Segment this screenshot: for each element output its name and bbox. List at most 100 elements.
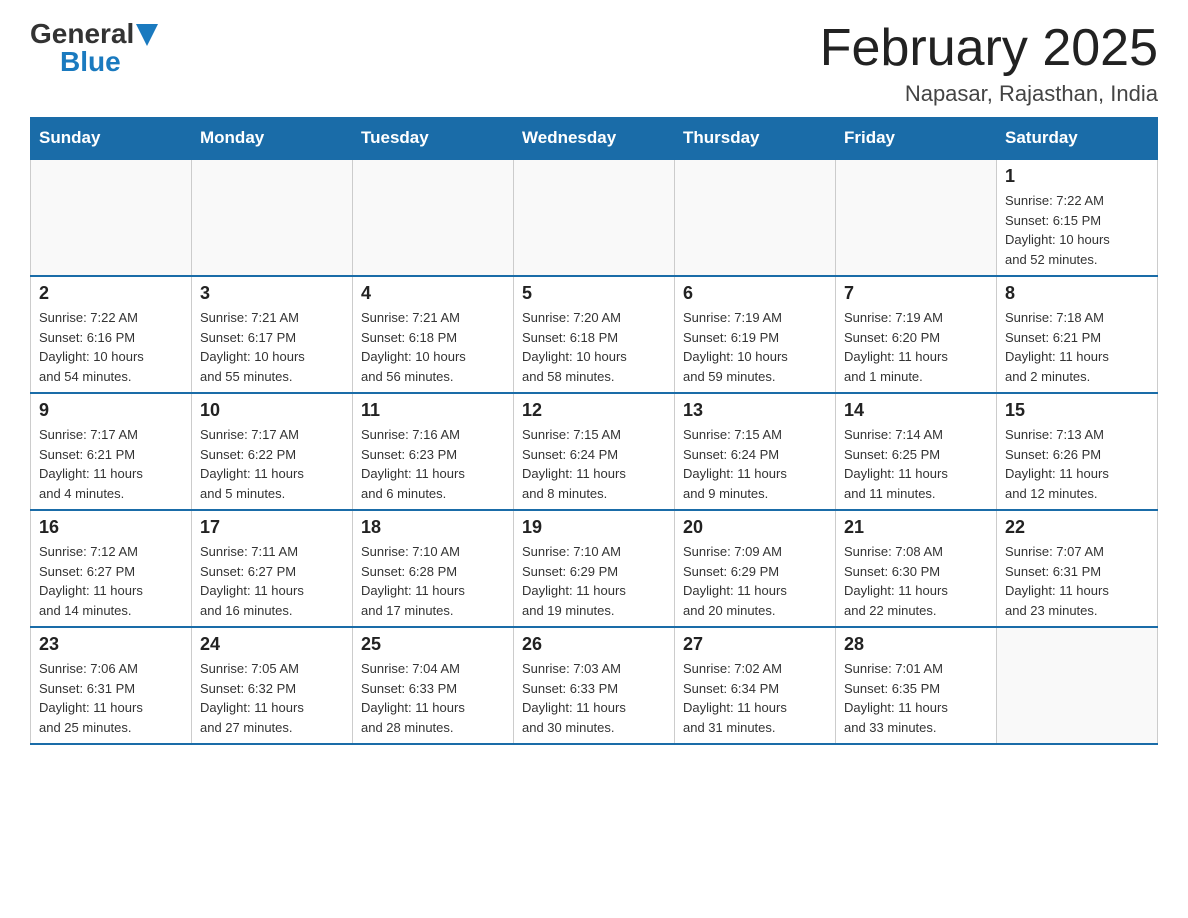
calendar-day-cell: 10 Sunrise: 7:17 AM Sunset: 6:22 PM Dayli… [192,393,353,510]
weekday-header-wednesday: Wednesday [514,118,675,160]
day-number: 24 [200,634,344,655]
month-title: February 2025 [820,20,1158,77]
calendar-day-cell [997,627,1158,744]
calendar-day-cell: 11Sunrise: 7:16 AM Sunset: 6:23 PM Dayli… [353,393,514,510]
day-info: Sunrise: 7:07 AM Sunset: 6:31 PM Dayligh… [1005,542,1149,620]
calendar-day-cell: 19 Sunrise: 7:10 AM Sunset: 6:29 PM Dayli… [514,510,675,627]
calendar-day-cell: 17 Sunrise: 7:11 AM Sunset: 6:27 PM Dayli… [192,510,353,627]
calendar-table: SundayMondayTuesdayWednesdayThursdayFrid… [30,117,1158,745]
day-number: 20 [683,517,827,538]
day-info: Sunrise: 7:06 AM Sunset: 6:31 PM Dayligh… [39,659,183,737]
calendar-day-cell: 2Sunrise: 7:22 AM Sunset: 6:16 PM Daylig… [31,276,192,393]
calendar-day-cell: 23 Sunrise: 7:06 AM Sunset: 6:31 PM Dayli… [31,627,192,744]
logo-triangle-icon [136,24,158,46]
calendar-day-cell: 1 Sunrise: 7:22 AM Sunset: 6:15 PM Daylig… [997,159,1158,276]
title-block: February 2025 Napasar, Rajasthan, India [820,20,1158,107]
calendar-day-cell [192,159,353,276]
day-info: Sunrise: 7:22 AM Sunset: 6:15 PM Dayligh… [1005,191,1149,269]
day-info: Sunrise: 7:05 AM Sunset: 6:32 PM Dayligh… [200,659,344,737]
day-number: 10 [200,400,344,421]
day-number: 17 [200,517,344,538]
day-number: 11 [361,400,505,421]
logo-general-text: General [30,20,134,48]
day-number: 22 [1005,517,1149,538]
calendar-week-row: 2Sunrise: 7:22 AM Sunset: 6:16 PM Daylig… [31,276,1158,393]
day-number: 28 [844,634,988,655]
calendar-day-cell: 4 Sunrise: 7:21 AM Sunset: 6:18 PM Daylig… [353,276,514,393]
calendar-day-cell: 7Sunrise: 7:19 AM Sunset: 6:20 PM Daylig… [836,276,997,393]
location-subtitle: Napasar, Rajasthan, India [820,81,1158,107]
weekday-header-thursday: Thursday [675,118,836,160]
calendar-day-cell: 13Sunrise: 7:15 AM Sunset: 6:24 PM Dayli… [675,393,836,510]
day-number: 6 [683,283,827,304]
day-info: Sunrise: 7:09 AM Sunset: 6:29 PM Dayligh… [683,542,827,620]
day-number: 3 [200,283,344,304]
calendar-day-cell: 16 Sunrise: 7:12 AM Sunset: 6:27 PM Dayli… [31,510,192,627]
day-info: Sunrise: 7:15 AM Sunset: 6:24 PM Dayligh… [522,425,666,503]
day-info: Sunrise: 7:11 AM Sunset: 6:27 PM Dayligh… [200,542,344,620]
day-info: Sunrise: 7:17 AM Sunset: 6:22 PM Dayligh… [200,425,344,503]
logo: General Blue [30,20,158,76]
day-info: Sunrise: 7:01 AM Sunset: 6:35 PM Dayligh… [844,659,988,737]
day-number: 26 [522,634,666,655]
day-info: Sunrise: 7:10 AM Sunset: 6:28 PM Dayligh… [361,542,505,620]
calendar-day-cell: 28 Sunrise: 7:01 AM Sunset: 6:35 PM Dayli… [836,627,997,744]
day-info: Sunrise: 7:04 AM Sunset: 6:33 PM Dayligh… [361,659,505,737]
day-number: 16 [39,517,183,538]
calendar-day-cell: 24 Sunrise: 7:05 AM Sunset: 6:32 PM Dayli… [192,627,353,744]
calendar-day-cell: 15 Sunrise: 7:13 AM Sunset: 6:26 PM Dayli… [997,393,1158,510]
day-number: 21 [844,517,988,538]
calendar-day-cell: 9 Sunrise: 7:17 AM Sunset: 6:21 PM Daylig… [31,393,192,510]
weekday-header-tuesday: Tuesday [353,118,514,160]
day-number: 19 [522,517,666,538]
day-number: 8 [1005,283,1149,304]
calendar-day-cell: 20 Sunrise: 7:09 AM Sunset: 6:29 PM Dayli… [675,510,836,627]
calendar-day-cell: 6 Sunrise: 7:19 AM Sunset: 6:19 PM Daylig… [675,276,836,393]
day-info: Sunrise: 7:19 AM Sunset: 6:20 PM Dayligh… [844,308,988,386]
day-info: Sunrise: 7:14 AM Sunset: 6:25 PM Dayligh… [844,425,988,503]
calendar-day-cell: 25 Sunrise: 7:04 AM Sunset: 6:33 PM Dayli… [353,627,514,744]
logo-blue-text: Blue [60,46,121,77]
calendar-day-cell [675,159,836,276]
day-info: Sunrise: 7:13 AM Sunset: 6:26 PM Dayligh… [1005,425,1149,503]
weekday-header-monday: Monday [192,118,353,160]
calendar-day-cell [353,159,514,276]
weekday-header-row: SundayMondayTuesdayWednesdayThursdayFrid… [31,118,1158,160]
calendar-day-cell: 8 Sunrise: 7:18 AM Sunset: 6:21 PM Daylig… [997,276,1158,393]
day-number: 4 [361,283,505,304]
calendar-week-row: 23 Sunrise: 7:06 AM Sunset: 6:31 PM Dayli… [31,627,1158,744]
calendar-day-cell: 12Sunrise: 7:15 AM Sunset: 6:24 PM Dayli… [514,393,675,510]
day-number: 15 [1005,400,1149,421]
calendar-week-row: 1 Sunrise: 7:22 AM Sunset: 6:15 PM Daylig… [31,159,1158,276]
day-number: 18 [361,517,505,538]
day-number: 13 [683,400,827,421]
day-info: Sunrise: 7:17 AM Sunset: 6:21 PM Dayligh… [39,425,183,503]
calendar-day-cell: 3 Sunrise: 7:21 AM Sunset: 6:17 PM Daylig… [192,276,353,393]
calendar-week-row: 9 Sunrise: 7:17 AM Sunset: 6:21 PM Daylig… [31,393,1158,510]
calendar-day-cell: 27Sunrise: 7:02 AM Sunset: 6:34 PM Dayli… [675,627,836,744]
calendar-day-cell: 22 Sunrise: 7:07 AM Sunset: 6:31 PM Dayli… [997,510,1158,627]
day-number: 2 [39,283,183,304]
day-info: Sunrise: 7:03 AM Sunset: 6:33 PM Dayligh… [522,659,666,737]
day-info: Sunrise: 7:02 AM Sunset: 6:34 PM Dayligh… [683,659,827,737]
calendar-day-cell: 18 Sunrise: 7:10 AM Sunset: 6:28 PM Dayli… [353,510,514,627]
day-info: Sunrise: 7:10 AM Sunset: 6:29 PM Dayligh… [522,542,666,620]
weekday-header-friday: Friday [836,118,997,160]
day-number: 14 [844,400,988,421]
calendar-day-cell: 5Sunrise: 7:20 AM Sunset: 6:18 PM Daylig… [514,276,675,393]
day-info: Sunrise: 7:21 AM Sunset: 6:18 PM Dayligh… [361,308,505,386]
calendar-day-cell: 26 Sunrise: 7:03 AM Sunset: 6:33 PM Dayli… [514,627,675,744]
page-header: General Blue February 2025 Napasar, Raja… [30,20,1158,107]
weekday-header-sunday: Sunday [31,118,192,160]
day-info: Sunrise: 7:12 AM Sunset: 6:27 PM Dayligh… [39,542,183,620]
day-number: 1 [1005,166,1149,187]
calendar-day-cell: 14 Sunrise: 7:14 AM Sunset: 6:25 PM Dayli… [836,393,997,510]
day-info: Sunrise: 7:19 AM Sunset: 6:19 PM Dayligh… [683,308,827,386]
day-number: 23 [39,634,183,655]
day-number: 9 [39,400,183,421]
day-info: Sunrise: 7:08 AM Sunset: 6:30 PM Dayligh… [844,542,988,620]
day-info: Sunrise: 7:21 AM Sunset: 6:17 PM Dayligh… [200,308,344,386]
calendar-day-cell: 21 Sunrise: 7:08 AM Sunset: 6:30 PM Dayli… [836,510,997,627]
day-info: Sunrise: 7:18 AM Sunset: 6:21 PM Dayligh… [1005,308,1149,386]
day-number: 25 [361,634,505,655]
